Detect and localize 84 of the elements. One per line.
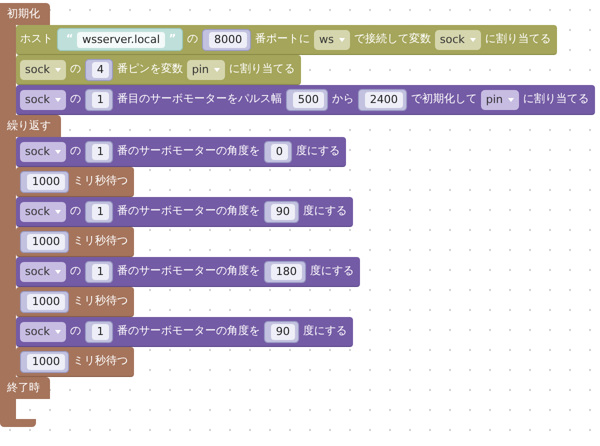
open-quote: “: [66, 31, 74, 48]
number-field[interactable]: 90: [270, 204, 295, 220]
variable-dropdown[interactable]: sock: [434, 30, 481, 50]
variable-dropdown[interactable]: pin: [480, 90, 519, 110]
block-bottom: [0, 419, 36, 427]
block-label: に割り当てる: [522, 91, 589, 108]
variable-dropdown[interactable]: sock: [20, 262, 66, 282]
block-label: 番のサーボモーターの角度を: [116, 203, 260, 220]
block-label: 番のサーボモーターの角度を: [116, 143, 260, 160]
dropdown-caret-icon: [214, 68, 220, 72]
block-label: の: [70, 323, 81, 340]
block-label: の: [70, 143, 81, 160]
block-label: ホスト: [20, 31, 53, 48]
number-field[interactable]: 1: [92, 204, 109, 220]
block-label: 番のサーボモーターの角度を: [116, 263, 260, 280]
number-field[interactable]: 4: [92, 62, 109, 78]
block-label: から: [332, 91, 354, 108]
variable-dropdown[interactable]: sock: [20, 60, 66, 80]
dropdown-caret-icon: [54, 270, 61, 274]
statement-block[interactable]: 1000 ミリ秒待つ: [16, 287, 134, 317]
statement-block[interactable]: sock の 1 番のサーボモーターの角度を 180 度にする: [16, 257, 360, 287]
block-label: ミリ秒待つ: [73, 353, 128, 370]
close-quote: ”: [168, 31, 176, 48]
number-field[interactable]: 8000: [209, 32, 248, 48]
number-field[interactable]: 180: [270, 264, 302, 280]
block-label: の: [70, 203, 81, 220]
number-field[interactable]: 2400: [364, 92, 403, 108]
block-label: ミリ秒待つ: [73, 293, 128, 310]
block-label: で初期化して: [410, 91, 477, 108]
dropdown-caret-icon: [470, 38, 476, 42]
number-field[interactable]: 1000: [27, 294, 65, 310]
text-field[interactable]: wsserver.local: [77, 32, 165, 48]
statement-block[interactable]: sock の 1 番のサーボモーターの角度を 90 度にする: [16, 317, 353, 347]
dropdown-caret-icon: [338, 38, 345, 42]
block-label: 番ポートに: [255, 31, 310, 48]
variable-dropdown[interactable]: sock: [20, 202, 66, 222]
statement-block[interactable]: ホスト “ wsserver.local ” の 8000 番ポートに ws で接続して変数 sock に割り当てる: [16, 25, 557, 55]
dropdown-caret-icon: [54, 210, 61, 214]
block-label: に割り当てる: [484, 31, 551, 48]
block-label: 番ピンを変数: [116, 61, 183, 78]
block-label: ミリ秒待つ: [73, 233, 128, 250]
block-label: の: [70, 61, 81, 78]
dropdown-caret-icon: [54, 150, 61, 154]
block-label: 度にする: [310, 263, 354, 280]
block-label: 番のサーボモーターの角度を: [116, 323, 260, 340]
number-field[interactable]: 500: [292, 92, 324, 108]
block-label: の: [187, 31, 198, 48]
number-field[interactable]: 1000: [27, 354, 65, 370]
section-header: 終了時: [0, 377, 50, 399]
variable-dropdown[interactable]: ws: [314, 30, 350, 50]
statement-block[interactable]: sock の 1 番のサーボモーターの角度を 0 度にする: [16, 137, 346, 167]
number-field[interactable]: 1: [92, 264, 109, 280]
statement-block[interactable]: 1000 ミリ秒待つ: [16, 167, 134, 197]
block-label: の: [70, 91, 81, 108]
block-label: 番目のサーボモーターをパルス幅: [116, 91, 282, 108]
block-label: の: [70, 263, 81, 280]
dropdown-caret-icon: [54, 98, 61, 102]
dropdown-caret-icon: [54, 68, 61, 72]
block-label: 度にする: [302, 323, 347, 340]
number-field[interactable]: 1: [92, 144, 109, 160]
number-field[interactable]: 0: [270, 144, 288, 160]
variable-dropdown[interactable]: sock: [20, 90, 66, 110]
variable-dropdown[interactable]: pin: [186, 60, 225, 80]
block-label: ミリ秒待つ: [73, 173, 128, 190]
section-header: 繰り返す: [0, 115, 61, 137]
statement-block[interactable]: sock の 4 番ピンを変数 pin に割り当てる: [16, 55, 301, 85]
number-field[interactable]: 90: [270, 324, 295, 340]
dropdown-caret-icon: [54, 330, 61, 334]
statement-block[interactable]: 1000 ミリ秒待つ: [16, 227, 134, 257]
statement-block[interactable]: 1000 ミリ秒待つ: [16, 347, 134, 377]
dropdown-caret-icon: [508, 98, 514, 102]
block-label: で接続して変数: [354, 31, 431, 48]
number-field[interactable]: 1: [92, 92, 109, 108]
variable-dropdown[interactable]: sock: [20, 142, 66, 162]
block-label: 度にする: [296, 143, 340, 160]
section-header: 初期化: [0, 3, 50, 25]
number-field[interactable]: 1000: [27, 234, 65, 250]
block-label: 度にする: [302, 203, 347, 220]
number-field[interactable]: 1000: [27, 174, 65, 190]
statement-block[interactable]: sock の 1 番のサーボモーターの角度を 90 度にする: [16, 197, 353, 227]
variable-dropdown[interactable]: sock: [20, 322, 66, 342]
block-label: に割り当てる: [228, 61, 295, 78]
statement-block[interactable]: sock の 1 番目のサーボモーターをパルス幅 500 から 2400 で初期化して pin に割り当てる: [16, 85, 595, 115]
number-field[interactable]: 1: [92, 324, 109, 340]
